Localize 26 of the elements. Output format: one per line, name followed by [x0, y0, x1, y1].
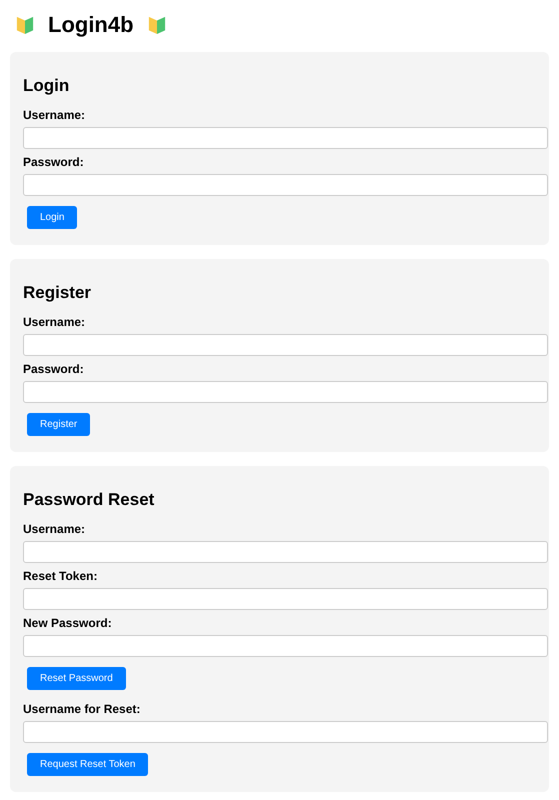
- field-label: New Password:: [23, 616, 112, 630]
- field-label: Password:: [23, 155, 84, 169]
- input-field[interactable]: [23, 635, 548, 657]
- section-heading: Login: [23, 76, 70, 96]
- input-field[interactable]: [23, 721, 548, 743]
- field-label: Reset Token:: [23, 569, 98, 583]
- field-label: Username for Reset:: [23, 702, 140, 716]
- field-label: Username:: [23, 108, 86, 122]
- submit-button[interactable]: Reset Password: [27, 667, 126, 690]
- input-field[interactable]: [23, 127, 548, 149]
- page-title: Login4b: [47, 12, 135, 38]
- beginner-mark-icon: [148, 15, 166, 35]
- input-field[interactable]: [23, 174, 548, 196]
- submit-button[interactable]: Register: [27, 413, 90, 436]
- beginner-mark-icon: [16, 15, 34, 35]
- input-field[interactable]: [23, 588, 548, 610]
- input-field[interactable]: [23, 334, 548, 356]
- field-label: Username:: [23, 522, 86, 536]
- section-heading: Password Reset: [23, 490, 154, 510]
- submit-button[interactable]: Request Reset Token: [27, 753, 148, 776]
- field-label: Username:: [23, 315, 86, 329]
- input-field[interactable]: [23, 381, 548, 403]
- input-field[interactable]: [23, 541, 548, 563]
- section-heading: Register: [23, 283, 92, 303]
- field-label: Password:: [23, 362, 84, 376]
- submit-button[interactable]: Login: [27, 206, 78, 229]
